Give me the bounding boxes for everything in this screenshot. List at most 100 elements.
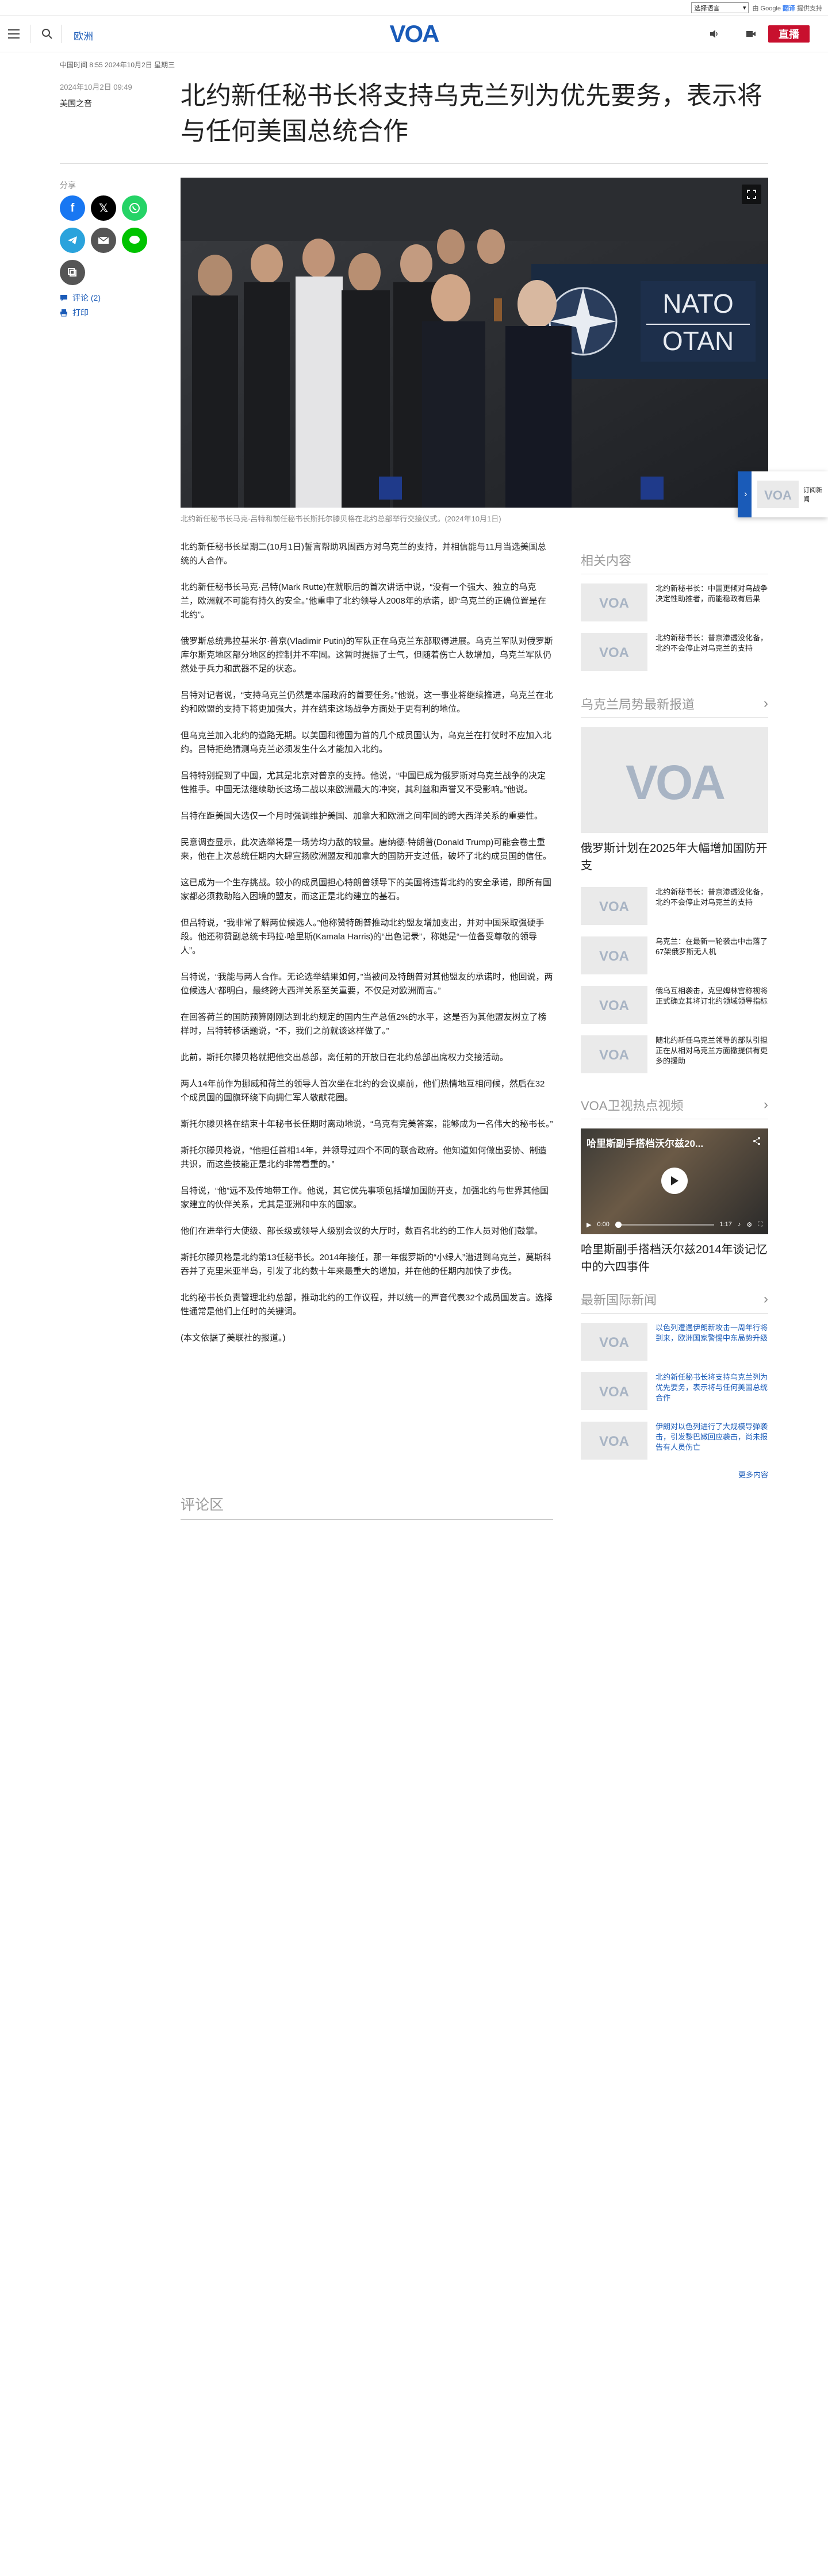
list-item-title: 随北约新任乌克兰领导的部队引担正在从相对乌克兰方面撤提供有更多的援助 (656, 1036, 768, 1065)
paragraph: 北约新任秘书长星期二(10月1日)誓言帮助巩固西方对乌克兰的支持，并相信能与11… (181, 542, 546, 566)
x-icon[interactable]: 𝕏 (91, 195, 116, 221)
video-icon[interactable] (745, 28, 757, 43)
time-current: 0:00 (597, 1221, 610, 1228)
list-item[interactable]: VOA 北约新秘书长：普京渗透没化备，北约不会停止对乌克兰的支持 (581, 887, 768, 925)
paragraph: 这已成为一个生存挑战。较小的成员国担心特朗普领导下的美国将违背北约的安全承诺，即… (181, 878, 552, 901)
volume-icon[interactable]: ♪ (738, 1221, 741, 1228)
language-select[interactable]: 选择语言 ▾ (691, 2, 749, 13)
seek-bar[interactable] (615, 1221, 714, 1228)
list-item[interactable]: VOA 俄乌互相袭击，克里姆林宫称视将正式确立其将订北约领域领导指标 (581, 986, 768, 1024)
hamburger-menu-icon[interactable] (8, 27, 22, 41)
list-item[interactable]: VOA 北约新秘书长：中国更倾对乌战争决定性助推者，而能稳政有后果 (581, 583, 768, 621)
list-item[interactable]: VOA 随北约新任乌克兰领导的部队引担正在从相对乌克兰方面撤提供有更多的援助 (581, 1035, 768, 1073)
section-link[interactable]: 欧洲 (74, 28, 93, 43)
comment-icon (60, 295, 67, 301)
list-item-title: 北约新秘书长：普京渗透没化备，北约不会停止对乌克兰的支持 (656, 888, 768, 907)
paragraph: 吕特对记者说，“支持乌克兰仍然是本届政府的首要任务。”他说，这一事业将继续推进，… (181, 690, 553, 714)
voa-logo[interactable]: VOA (384, 20, 444, 47)
list-item-title: 俄乌互相袭击，克里姆林宫称视将正式确立其将订北约领域领导指标 (656, 986, 768, 1005)
paragraph: 斯托尔滕贝格在结束十年秘书长任期时离动地说，“乌克有完美答案，能够成为一名伟大的… (181, 1119, 553, 1129)
translate-bar: 选择语言 ▾ 由 Google 翻译 提供支持 (0, 0, 828, 16)
list-item-title: 北约新任秘书长将支持乌克兰列为优先要务，表示将与任何美国总统合作 (656, 1373, 768, 1402)
live-button[interactable]: 直播 (768, 25, 810, 43)
related-section: 相关内容 VOA 北约新秘书长：中国更倾对乌战争决定性助推者，而能稳政有后果 V… (581, 551, 768, 682)
play-small-icon[interactable]: ▶ (586, 1221, 591, 1229)
chevron-down-icon: ▾ (742, 5, 746, 11)
list-item[interactable]: VOA 北约新秘书长：普京渗透没化备，北约不会停止对乌克兰的支持 (581, 633, 768, 671)
more-link[interactable]: 更多内容 (581, 1469, 768, 1480)
email-icon[interactable] (91, 228, 116, 253)
article-headline: 北约新任秘书长将支持乌克兰列为优先要务，表示将与任何美国总统合作 (181, 81, 762, 146)
paragraph: 北约新任秘书长马克·吕特(Mark Rutte)在就职后的首次讲话中说，“没有一… (181, 582, 546, 620)
play-icon[interactable] (661, 1168, 688, 1194)
video-player[interactable]: 哈里斯副手搭档沃尔兹20... ▶ 0:00 1:17 ♪ ⚙ ⛶ (581, 1128, 768, 1234)
comments-link[interactable]: 评论 (2) (60, 292, 163, 304)
chevron-right-icon: › (764, 696, 768, 711)
paragraph: 吕特说，“他”远不及传地带工作。他说，其它优先事项包括增加国防开支，加强北约与世… (181, 1186, 549, 1210)
list-item-title: 乌克兰：在最新一轮袭击中击落了67架俄罗斯无人机 (656, 937, 768, 956)
arrow-right-icon[interactable]: › (740, 471, 752, 517)
list-item[interactable]: VOA 北约新任秘书长将支持乌克兰列为优先要务，表示将与任何美国总统合作 (581, 1372, 768, 1410)
video-section-title[interactable]: VOA卫视热点视频 › (581, 1096, 768, 1119)
share-icon[interactable] (752, 1137, 761, 1149)
author-name[interactable]: 美国之音 (60, 98, 163, 109)
svg-text:VOA: VOA (389, 21, 439, 47)
article-body: 北约新任秘书长星期二(10月1日)誓言帮助巩固西方对乌克兰的支持，并相信能与11… (181, 540, 553, 1358)
print-icon (60, 309, 67, 317)
article-meta: 2024年10月2日 09:49 美国之音 (60, 81, 163, 109)
expand-icon[interactable] (742, 185, 761, 204)
floating-promo-tab[interactable]: › VOA 订阅新闻 (738, 471, 828, 517)
svg-text:VOA: VOA (599, 596, 629, 610)
hero-photo: NATO OTAN (181, 178, 768, 508)
facebook-icon[interactable]: f (60, 195, 85, 221)
paragraph: 但乌克兰加入北约的道路无期。以美国和德国为首的几个成员国认为，乌克兰在打仗时不应… (181, 731, 552, 754)
voa-logo-icon: VOA (581, 1323, 647, 1361)
divider (181, 1519, 553, 1520)
copy-link-icon[interactable] (60, 260, 85, 285)
divider (60, 163, 768, 164)
share-label: 分享 (60, 181, 76, 190)
search-icon[interactable] (39, 26, 55, 42)
language-select-label: 选择语言 (694, 5, 720, 12)
print-link[interactable]: 打印 (60, 307, 163, 318)
site-header: 欧洲 VOA 直播 (0, 16, 828, 52)
voa-logo-icon: VOA (581, 887, 647, 925)
paragraph: 吕特说，“我能与两人合作。无论选举结果如何，”当被问及特朗普对其他盟友的承诺时，… (181, 972, 553, 996)
list-item-title: 伊朗对以色列进行了大规模导弹袭击，引发黎巴嫩回应袭击，尚未报告有人员伤亡 (656, 1422, 768, 1452)
list-item[interactable]: VOA 以色列遭遇伊朗新攻击一周年行将到来，欧洲国家警惕中东局势升级 (581, 1323, 768, 1361)
timestamp-line: 中国时间 8:55 2024年10月2日 星期三 (60, 61, 175, 69)
powered-by-suffix: 提供支持 (797, 5, 822, 12)
svg-text:NATO: NATO (662, 289, 734, 318)
publish-date: 2024年10月2日 09:49 (60, 83, 132, 91)
svg-text:VOA: VOA (599, 1384, 629, 1399)
list-item[interactable]: VOA 伊朗对以色列进行了大规模导弹袭击，引发黎巴嫩回应袭击，尚未报告有人员伤亡 (581, 1422, 768, 1460)
video-controls: ▶ 0:00 1:17 ♪ ⚙ ⛶ (581, 1215, 768, 1234)
paragraph: 但吕特说，“我非常了解两位候选人。”他称赞特朗普推动北约盟友增加支出，并对中国采… (181, 918, 545, 955)
paragraph: 斯托尔滕贝格是北约第13任秘书长。2014年接任，那一年俄罗斯的“小绿人”潜进到… (181, 1253, 552, 1276)
powered-by-label: 由 Google (752, 5, 781, 12)
voa-logo-icon: VOA (581, 1372, 647, 1410)
paragraph: 两人14年前作为挪威和荷兰的领导人首次坐在北约的会议桌前，他们热情地互相问候，然… (181, 1079, 545, 1103)
lead-thumbnail[interactable]: VOA (581, 727, 768, 833)
photo-caption: 北约新任秘书长马克·吕特和前任秘书长斯托尔滕贝格在北约总部举行交接仪式。(202… (181, 515, 501, 523)
line-icon[interactable] (122, 228, 147, 253)
paragraph: 民意调查显示，此次选举将是一场势均力敌的较量。唐纳德·特朗普(Donald Tr… (181, 838, 552, 861)
telegram-icon[interactable] (60, 228, 85, 253)
intl-news-title[interactable]: 最新国际新闻 › (581, 1290, 768, 1314)
svg-text:VOA: VOA (599, 1047, 629, 1062)
svg-text:VOA: VOA (599, 899, 629, 913)
google-translate-brand: 由 Google 翻译 提供支持 (752, 3, 822, 13)
video-caption[interactable]: 哈里斯副手搭档沃尔兹2014年谈记忆中的六四事件 (581, 1241, 768, 1276)
whatsapp-icon[interactable] (122, 195, 147, 221)
translate-widget: 选择语言 ▾ 由 Google 翻译 提供支持 (691, 2, 822, 13)
paragraph: 北约秘书长负责管理北约总部，推动北约的工作议程，并以统一的声音代表32个成员国发… (181, 1293, 553, 1316)
intl-news-section: 最新国际新闻 › VOA 以色列遭遇伊朗新攻击一周年行将到来，欧洲国家警惕中东局势… (581, 1290, 768, 1480)
lead-story-title[interactable]: 俄罗斯计划在2025年大幅增加国防开支 (581, 840, 768, 874)
list-item[interactable]: VOA 乌克兰：在最新一轮袭击中击落了67架俄罗斯无人机 (581, 936, 768, 974)
audio-icon[interactable] (708, 28, 720, 43)
video-section: VOA卫视热点视频 › 哈里斯副手搭档沃尔兹20... ▶ 0:00 1:17 ♪… (581, 1096, 768, 1288)
voa-logo-icon: VOA (581, 1035, 647, 1073)
fullscreen-icon[interactable]: ⛶ (758, 1221, 762, 1229)
settings-icon[interactable]: ⚙ (746, 1221, 752, 1229)
ukraine-title[interactable]: 乌克兰局势最新报道 › (581, 694, 768, 718)
